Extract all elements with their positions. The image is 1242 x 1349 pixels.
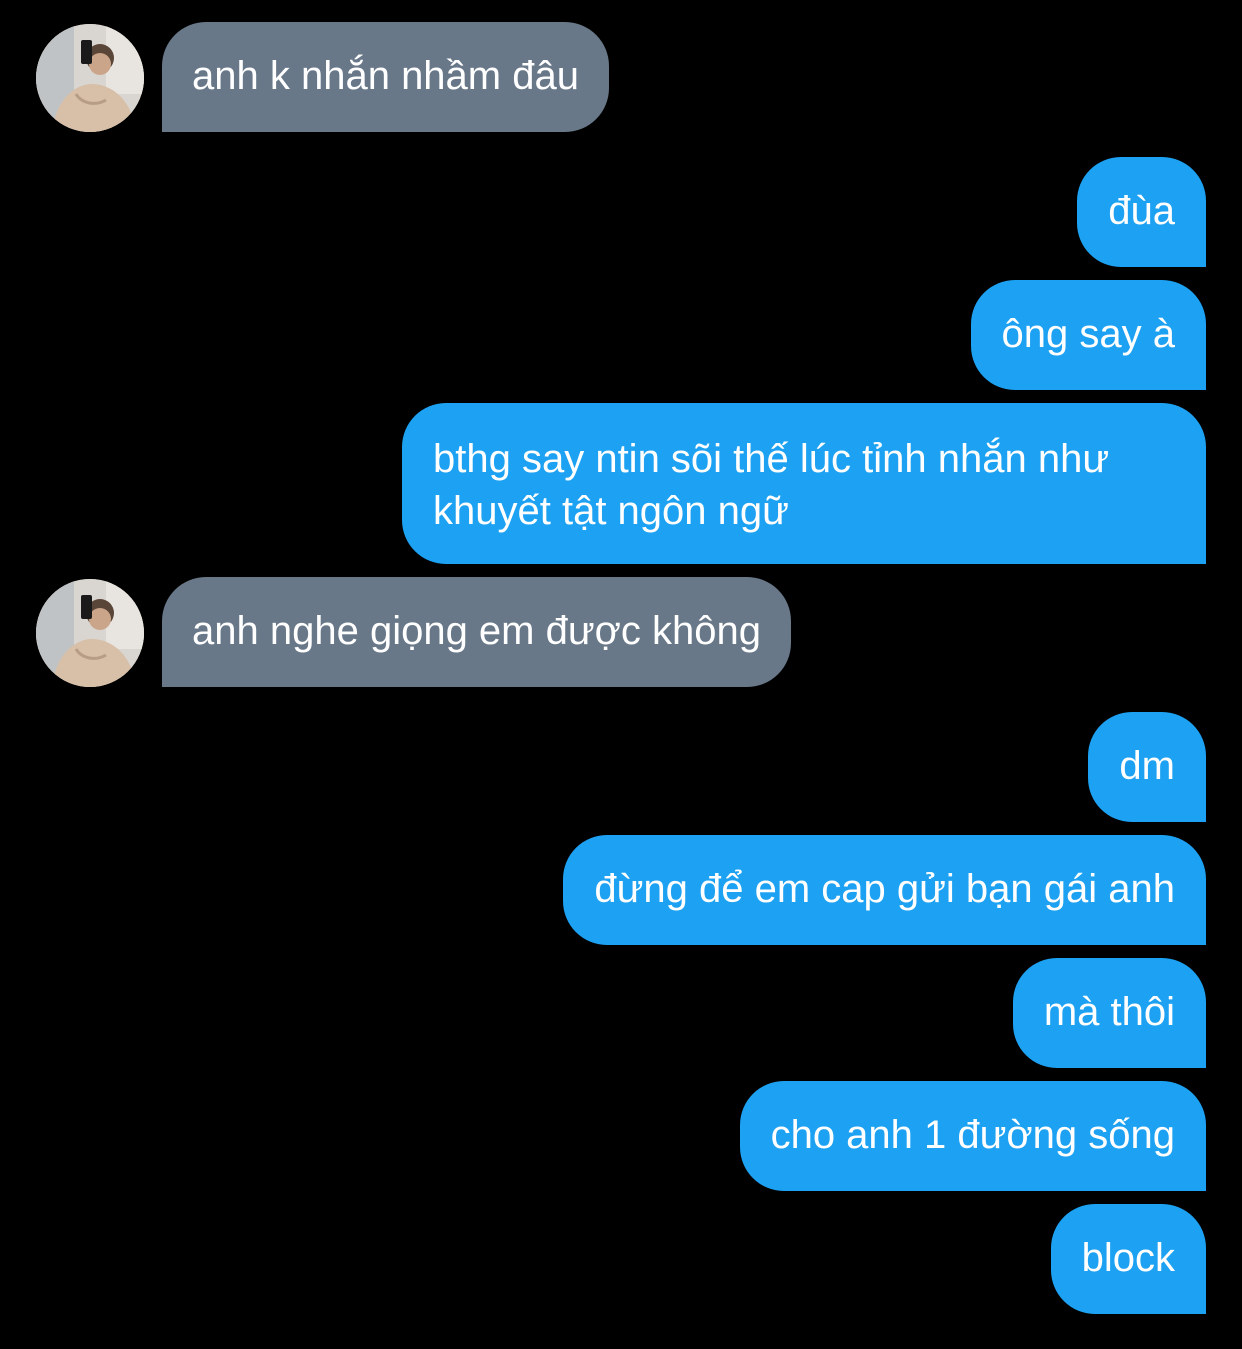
contact-avatar-image	[36, 24, 144, 132]
message-bubble-outgoing[interactable]: dm	[1088, 712, 1206, 822]
message-bubble-outgoing[interactable]: block	[1050, 1204, 1206, 1314]
message-bubble-outgoing[interactable]: bthg say ntin sõi thế lúc tỉnh nhắn như …	[402, 403, 1206, 564]
contact-avatar[interactable]	[36, 24, 144, 132]
message-bubble-outgoing[interactable]: ông say à	[970, 280, 1206, 390]
message-bubble-outgoing[interactable]: mà thôi	[1012, 958, 1206, 1068]
contact-avatar-image	[36, 579, 144, 687]
message-bubble-outgoing[interactable]: đừng để em cap gửi bạn gái anh	[563, 835, 1206, 945]
message-bubble-outgoing[interactable]: cho anh 1 đường sống	[739, 1081, 1206, 1191]
message-bubble-incoming[interactable]: anh k nhắn nhầm đâu	[162, 22, 609, 132]
contact-avatar[interactable]	[36, 579, 144, 687]
message-bubble-outgoing[interactable]: đùa	[1077, 157, 1206, 267]
message-bubble-incoming[interactable]: anh nghe giọng em được không	[162, 577, 791, 687]
